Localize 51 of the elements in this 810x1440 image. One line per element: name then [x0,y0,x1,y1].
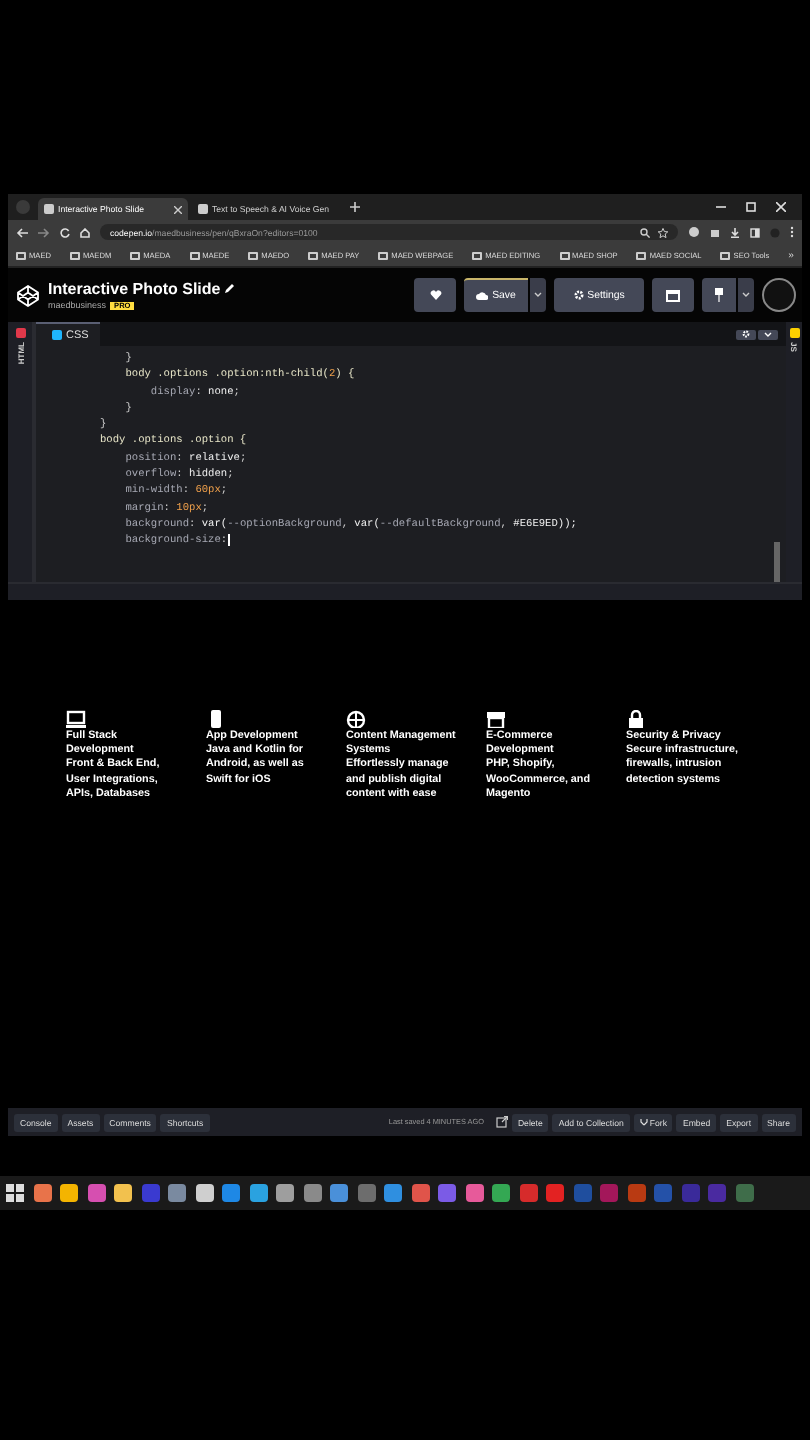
pin-button[interactable] [702,278,736,312]
sidebar-icon[interactable] [750,227,760,237]
pin-icon [714,288,724,302]
app-icon[interactable] [249,1184,267,1202]
extension-icon[interactable] [688,226,700,238]
heart-button[interactable] [414,278,456,312]
scrollbar-thumb[interactable] [774,542,780,582]
app-icon[interactable] [465,1184,483,1202]
app-icon[interactable] [195,1184,213,1202]
lock-icon [626,710,646,728]
codepen-logo-icon[interactable] [16,283,40,307]
app-icon[interactable] [114,1184,132,1202]
maximize-icon[interactable] [746,202,756,212]
app-icon[interactable] [33,1184,51,1202]
pen-title: Interactive Photo Slide [48,280,221,298]
external-link-icon[interactable] [495,1116,508,1128]
forward-arrow-icon[interactable] [38,227,50,237]
favicon-icon [44,204,54,214]
new-tab-icon[interactable] [350,202,360,212]
caret-icon [534,292,542,298]
settings-icon[interactable] [736,329,756,339]
store-icon [486,710,506,728]
favicon-icon [198,204,208,214]
back-arrow-icon[interactable] [16,227,28,237]
app-icon[interactable] [411,1184,429,1202]
app-icon[interactable] [87,1184,105,1202]
heart-icon [429,290,441,300]
user-avatar[interactable] [762,278,796,312]
layout-button[interactable] [652,278,694,312]
chevron-down-icon[interactable] [758,329,778,339]
zoom-icon[interactable] [640,227,650,237]
save-options-button[interactable] [530,278,546,312]
laptop-icon [66,710,86,728]
layout-icon [666,289,680,301]
app-icon[interactable] [303,1184,321,1202]
start-icon[interactable] [6,1184,24,1202]
phone-icon [206,710,226,728]
app-icon[interactable] [60,1184,78,1202]
fork-icon [639,1118,648,1126]
minimize-icon[interactable] [716,202,726,212]
close-icon[interactable] [776,202,786,212]
home-icon[interactable] [80,227,90,237]
caret-icon [742,292,750,298]
pencil-icon[interactable] [224,284,235,294]
star-icon[interactable] [658,227,668,237]
download-icon[interactable] [730,227,740,237]
cloud-icon [476,292,489,300]
globe-icon [346,710,366,728]
gear-icon [573,290,584,300]
reload-icon[interactable] [60,227,70,237]
close-icon[interactable] [174,205,182,213]
